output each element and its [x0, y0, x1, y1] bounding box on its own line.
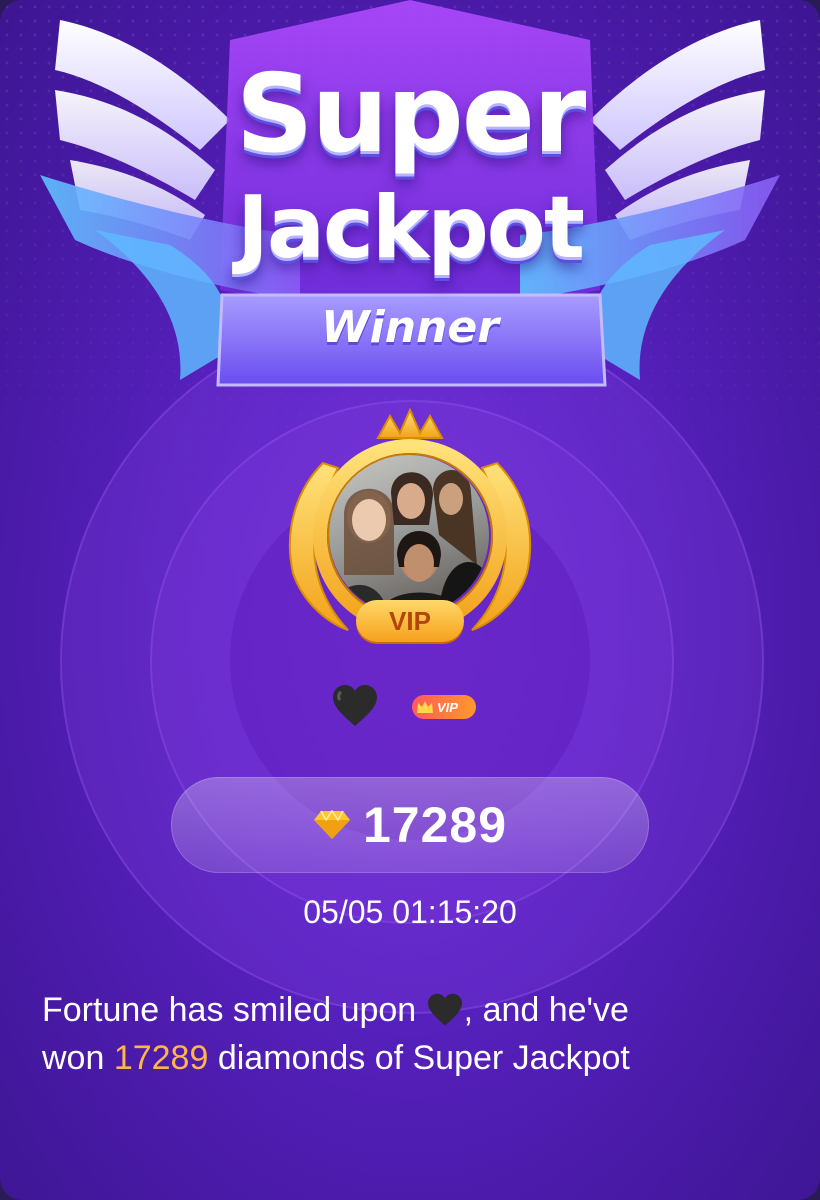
winner-ribbon-label: Winner	[321, 302, 499, 353]
vip-level-badge: VIP	[412, 695, 476, 719]
crown-icon	[417, 701, 433, 713]
win-message: Fortune has smiled upon , and he've won …	[42, 986, 792, 1082]
diamond-icon	[313, 810, 350, 839]
message-part3: won	[42, 1039, 105, 1077]
vip-level-text: VIP	[437, 699, 458, 715]
title-jackpot: Jackpot	[237, 178, 585, 278]
avatar[interactable]	[329, 455, 489, 615]
message-part2: , and he've	[463, 991, 629, 1029]
message-part1: Fortune has smiled upon	[42, 991, 417, 1029]
message-part4: diamonds of Super Jackpot	[217, 1039, 630, 1077]
prize-amount: 17289	[362, 797, 508, 853]
title-super: Super	[235, 52, 587, 177]
black-heart-icon	[427, 993, 462, 1026]
avatar-vip-badge: VIP	[356, 600, 464, 642]
message-amount: 17289	[113, 1039, 209, 1077]
win-timestamp: 05/05 01:15:20	[303, 894, 517, 930]
black-heart-icon	[333, 685, 377, 726]
jackpot-card: Super Jackpot Winner VIP VIP 17289 05/05…	[0, 0, 820, 1200]
prize-amount-pill: 17289	[171, 777, 649, 873]
